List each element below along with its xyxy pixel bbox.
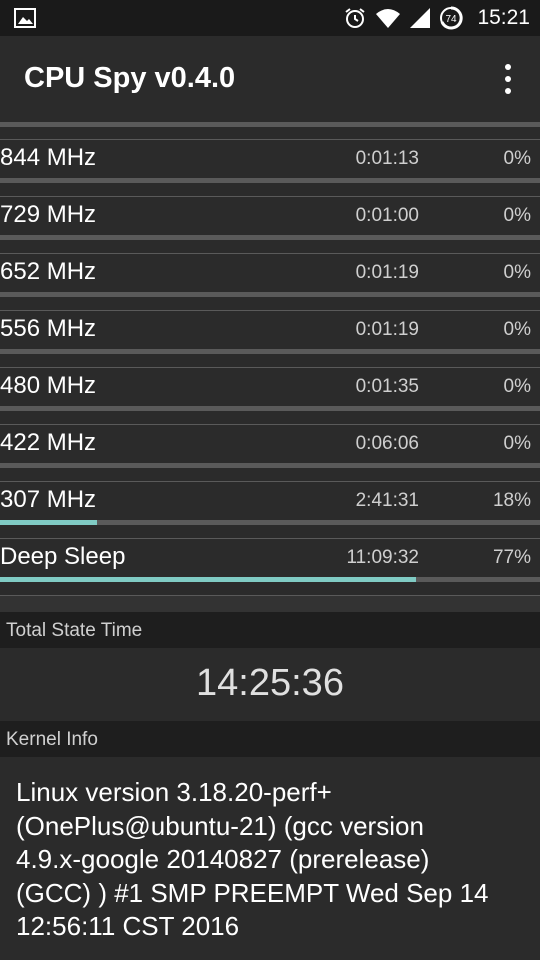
total-state-label: Total State Time <box>6 620 143 641</box>
state-name: 307 MHz <box>0 486 97 513</box>
status-bar: 74 15:21 <box>0 0 540 36</box>
cpu-state-row: 422 MHz 0:06:06 0% <box>0 407 540 482</box>
total-state-time: 14:25:36 <box>196 662 344 704</box>
state-name: 480 MHz <box>0 372 97 399</box>
state-time: 0:06:06 <box>355 433 419 454</box>
state-percent: 77% <box>492 547 531 568</box>
cpu-state-row: 307 MHz 2:41:31 18% <box>0 464 540 539</box>
wifi-icon <box>376 9 401 28</box>
state-time: 0:01:19 <box>355 262 419 283</box>
overflow-menu-icon[interactable] <box>496 64 520 94</box>
state-percent: 0% <box>503 433 531 454</box>
state-percent: 0% <box>503 205 531 226</box>
cpu-state-row: 480 MHz 0:01:35 0% <box>0 350 540 425</box>
state-percent: 18% <box>492 490 531 511</box>
cpu-state-row: 729 MHz 0:01:00 0% <box>0 179 540 254</box>
state-time: 11:09:32 <box>346 547 419 568</box>
kernel-line: (OnePlus@ubuntu-21) (gcc version <box>16 810 424 841</box>
state-name: Deep Sleep <box>0 543 126 570</box>
state-name: 729 MHz <box>0 201 97 228</box>
cpu-state-row: Deep Sleep 11:09:32 77% <box>0 521 540 596</box>
battery-icon: 74 <box>440 6 464 30</box>
svg-text:74: 74 <box>446 14 458 25</box>
state-time: 0:01:35 <box>355 376 419 397</box>
state-name: 556 MHz <box>0 315 97 342</box>
state-percent: 0% <box>503 376 531 397</box>
kernel-info-label: Kernel Info <box>6 729 98 750</box>
state-time: 0:01:13 <box>355 148 419 169</box>
status-time: 15:21 <box>477 6 530 29</box>
state-progress-fill <box>0 577 416 582</box>
state-name: 652 MHz <box>0 258 97 285</box>
alarm-icon <box>345 8 366 28</box>
kernel-line: (GCC) ) #1 SMP PREEMPT Wed Sep 14 <box>16 877 489 908</box>
app-bar: CPU Spy v0.4.0 <box>0 36 540 122</box>
signal-icon <box>410 8 431 28</box>
kernel-info-header: Kernel Info <box>0 721 540 757</box>
state-time: 0:01:00 <box>355 205 419 226</box>
section-spacer <box>0 596 540 612</box>
kernel-info-text: Linux version 3.18.20-perf+ (OnePlus@ubu… <box>16 776 526 944</box>
image-icon <box>14 8 36 28</box>
state-time: 2:41:31 <box>355 490 419 511</box>
kernel-line: Linux version 3.18.20-perf+ <box>16 777 332 807</box>
cpu-state-row: 556 MHz 0:01:19 0% <box>0 293 540 368</box>
state-percent: 0% <box>503 262 531 283</box>
state-name: 844 MHz <box>0 144 97 171</box>
cpu-state-row: 844 MHz 0:01:13 0% <box>0 122 540 197</box>
app-title: CPU Spy v0.4.0 <box>24 62 236 94</box>
state-percent: 0% <box>503 319 531 340</box>
state-percent: 0% <box>503 148 531 169</box>
state-name: 422 MHz <box>0 429 97 456</box>
kernel-line: 4.9.x-google 20140827 (prerelease) <box>16 844 430 874</box>
state-time: 0:01:19 <box>355 319 419 340</box>
kernel-line: 12:56:11 CST 2016 <box>16 911 240 941</box>
cpu-state-row: 652 MHz 0:01:19 0% <box>0 236 540 311</box>
total-state-header: Total State Time <box>0 612 540 648</box>
state-progress-bar <box>0 577 540 582</box>
